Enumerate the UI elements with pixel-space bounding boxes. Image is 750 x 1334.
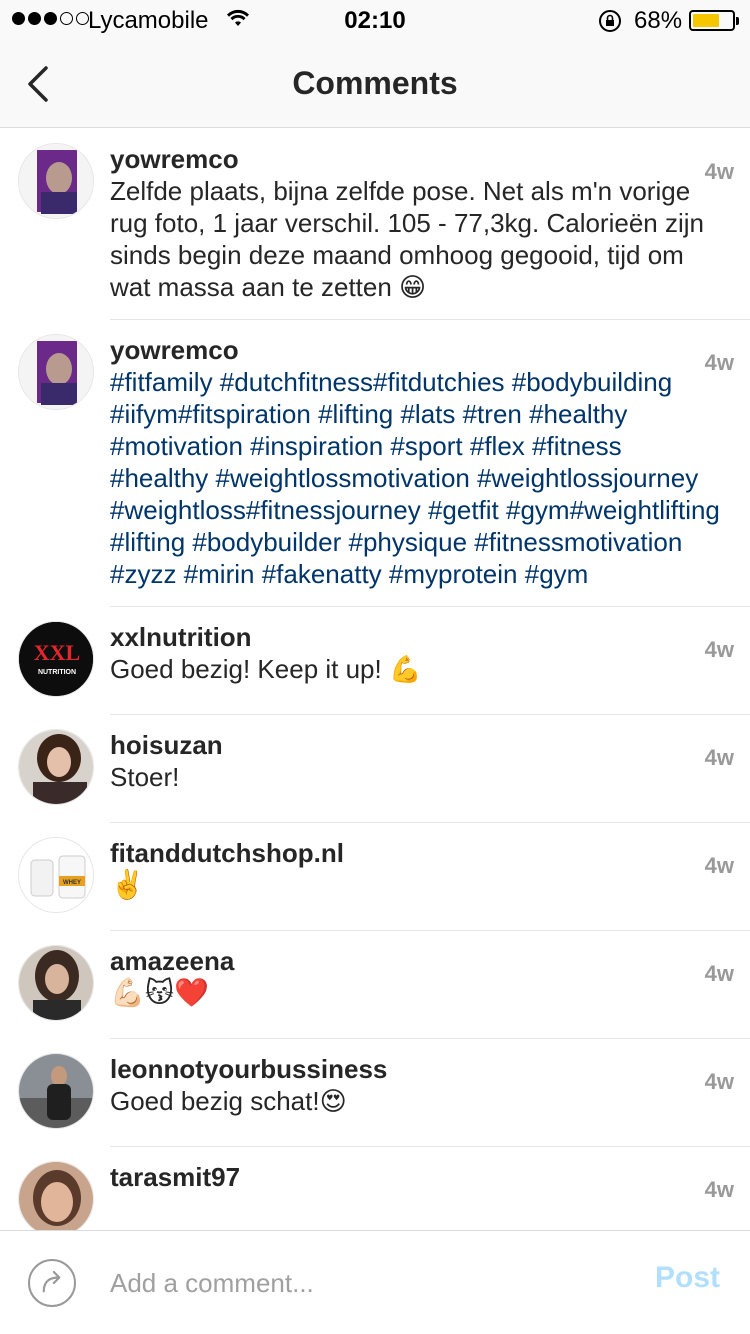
- comment-time: 4w: [704, 159, 734, 184]
- comment-username[interactable]: yowremco: [110, 143, 722, 175]
- avatar[interactable]: [18, 1161, 94, 1230]
- page-title: Comments: [292, 65, 458, 101]
- comment-username[interactable]: tarasmit97: [110, 1161, 722, 1193]
- comment-time: 4w: [704, 745, 734, 770]
- comment-time: 4w: [704, 1177, 734, 1202]
- comment-time: 4w: [704, 853, 734, 878]
- comment-time: 4w: [704, 961, 734, 986]
- status-bar: Lycamobile 02:10 68%: [0, 0, 750, 40]
- comment-item: hoisuzan Stoer! 4w: [0, 715, 750, 823]
- comment-item: yowremco Zelfde plaats, bijna zelfde pos…: [0, 129, 750, 320]
- comment-item: yowremco #fitfamily #dutchfitness#fitdut…: [0, 320, 750, 607]
- avatar[interactable]: [18, 334, 94, 410]
- battery-icon: [689, 10, 739, 31]
- comment-input[interactable]: [110, 1261, 590, 1305]
- comment-username[interactable]: hoisuzan: [110, 729, 722, 761]
- post-button[interactable]: Post: [655, 1261, 720, 1295]
- comment-text: Stoer!: [110, 762, 180, 792]
- battery-percent: 68%: [634, 7, 683, 34]
- comment-item: amazeena 💪🏻😽❤️ 4w: [0, 931, 750, 1039]
- comment-item: WHEY fitanddutchshop.nl ✌️ 4w: [0, 823, 750, 931]
- comment-username[interactable]: amazeena: [110, 945, 722, 977]
- navigation-bar: Comments: [0, 40, 750, 128]
- comment-text: ✌️: [110, 869, 145, 900]
- svg-text:WHEY: WHEY: [63, 880, 81, 886]
- comment-username[interactable]: leonnotyourbussiness: [110, 1053, 722, 1085]
- comment-text: Zelfde plaats, bijna zelfde pose. Net al…: [110, 176, 712, 302]
- svg-text:XXL: XXL: [34, 640, 80, 665]
- avatar[interactable]: [18, 729, 94, 805]
- avatar[interactable]: [18, 143, 94, 219]
- comment-username[interactable]: fitanddutchshop.nl: [110, 837, 722, 869]
- avatar[interactable]: WHEY: [18, 837, 94, 913]
- comment-item: XXL NUTRITION xxlnutrition Goed bezig! K…: [0, 607, 750, 715]
- comment-text: 💪🏻😽❤️: [110, 977, 209, 1008]
- share-arrow-icon[interactable]: [28, 1259, 76, 1307]
- rotation-lock-icon: [599, 10, 621, 32]
- comment-text: Goed bezig schat!😍: [110, 1086, 347, 1116]
- comment-time: 4w: [704, 637, 734, 662]
- avatar[interactable]: [18, 945, 94, 1021]
- comment-text: Goed bezig! Keep it up! 💪: [110, 654, 422, 684]
- avatar[interactable]: [18, 1053, 94, 1129]
- comment-item: leonnotyourbussiness Goed bezig schat!😍 …: [0, 1039, 750, 1147]
- avatar[interactable]: XXL NUTRITION: [18, 621, 94, 697]
- comment-username[interactable]: xxlnutrition: [110, 621, 722, 653]
- comment-composer: Post: [0, 1230, 750, 1334]
- comment-hashtags[interactable]: #fitfamily #dutchfitness#fitdutchies #bo…: [110, 366, 722, 590]
- comment-username[interactable]: yowremco: [110, 334, 722, 366]
- comment-time: 4w: [704, 1069, 734, 1094]
- comment-item: tarasmit97 4w: [0, 1147, 750, 1230]
- comment-time: 4w: [704, 350, 734, 375]
- comments-list[interactable]: yowremco Zelfde plaats, bijna zelfde pos…: [0, 129, 750, 1230]
- svg-text:NUTRITION: NUTRITION: [38, 669, 76, 676]
